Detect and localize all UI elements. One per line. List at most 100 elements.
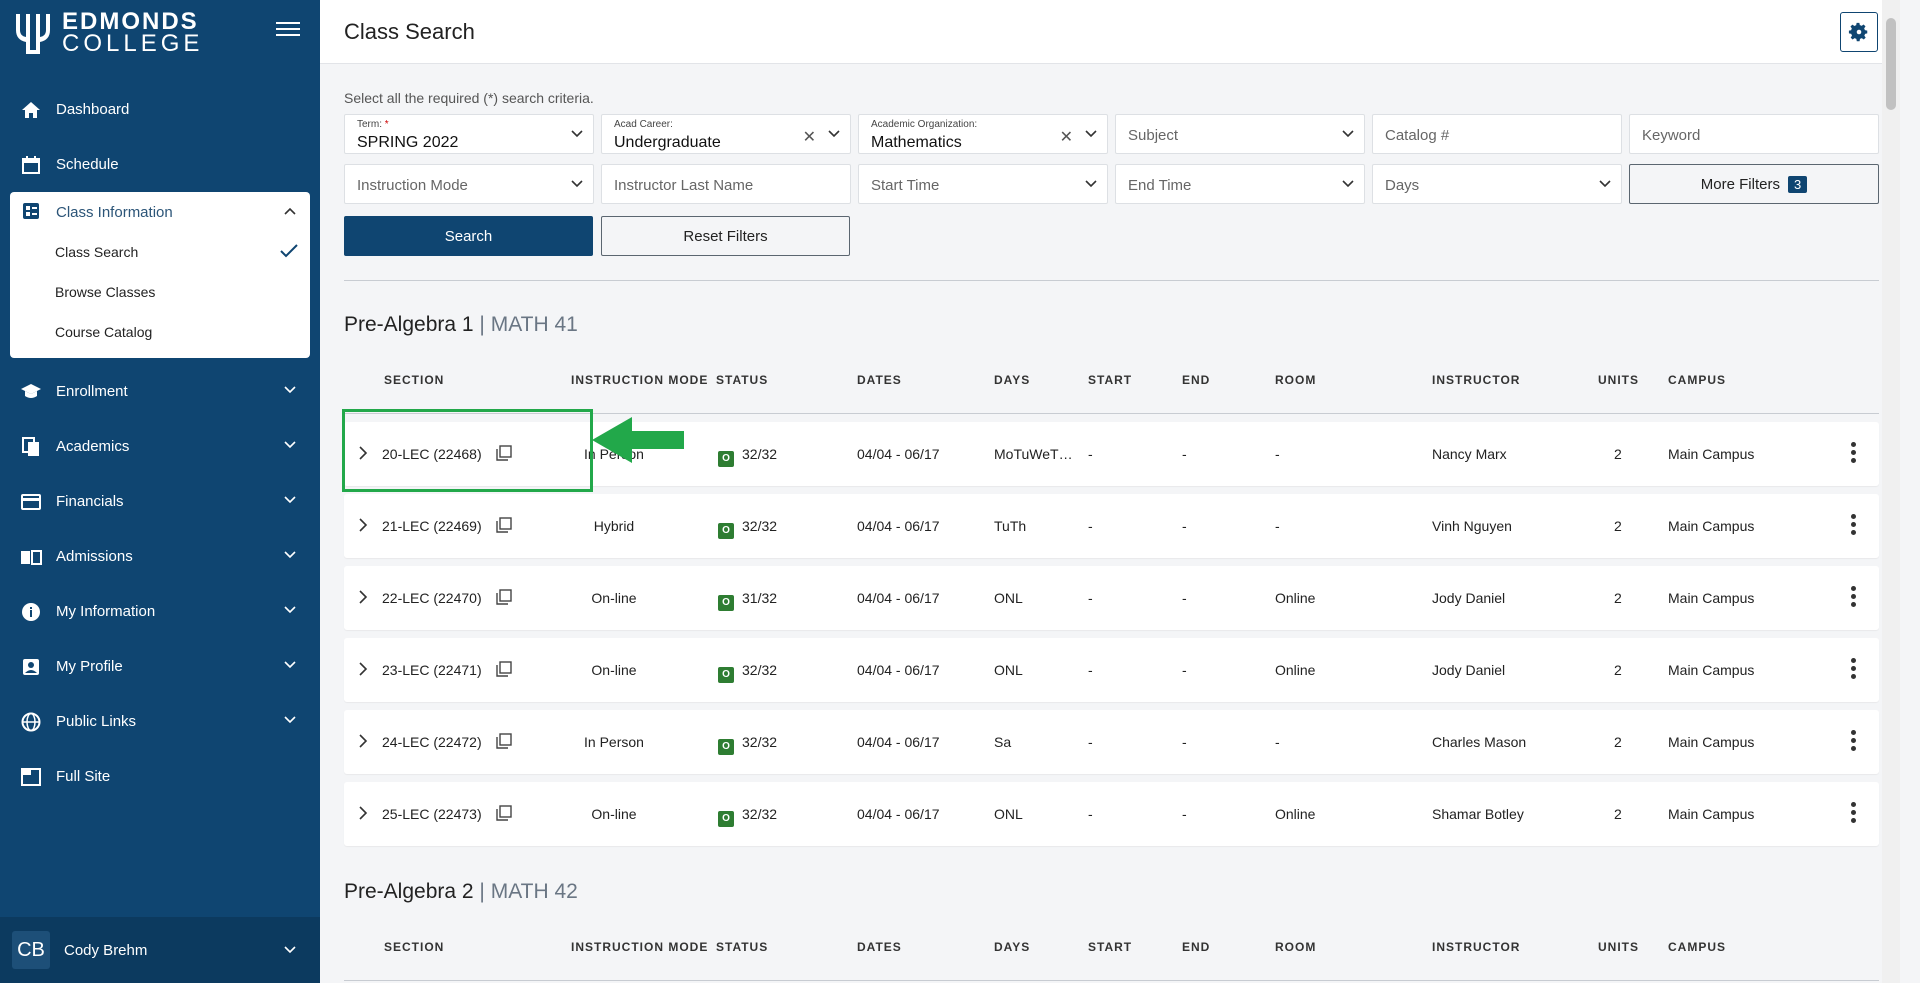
campus-cell: Main Campus <box>1668 518 1755 534</box>
more-options-icon[interactable] <box>1851 586 1857 610</box>
instruction-mode-cell: On-line <box>591 662 637 678</box>
sidebar-subitem-class-search[interactable]: Class Search <box>10 232 310 272</box>
sidebar-item-enrollment[interactable]: Enrollment <box>0 364 320 419</box>
sidebar-subitem-course-catalog[interactable]: Course Catalog <box>10 312 310 352</box>
sidebar-subitem-label: Browse Classes <box>55 284 156 300</box>
term-value: SPRING 2022 <box>357 134 459 151</box>
copy-icon[interactable] <box>496 733 512 749</box>
documents-icon <box>20 436 42 458</box>
end-time-select[interactable]: End Time <box>1115 164 1365 204</box>
more-filters-button[interactable]: More Filters 3 <box>1629 164 1879 204</box>
section-cell[interactable]: 23-LEC (22471) <box>382 662 482 678</box>
window-icon <box>20 766 42 788</box>
copy-icon[interactable] <box>496 661 512 677</box>
instruction-mode-cell: Hybrid <box>593 518 635 534</box>
sidebar-item-schedule[interactable]: Schedule <box>0 137 320 192</box>
end-cell: - <box>1182 590 1187 606</box>
section-cell[interactable]: 25-LEC (22473) <box>382 806 482 822</box>
start-time-select[interactable]: Start Time <box>858 164 1108 204</box>
instructor-cell: Jody Daniel <box>1432 662 1506 678</box>
acad-career-value: Undergraduate <box>614 134 721 151</box>
units-cell: 2 <box>1614 734 1622 750</box>
units-cell: 2 <box>1614 590 1622 606</box>
sidebar-subitem-browse-classes[interactable]: Browse Classes <box>10 272 310 312</box>
dates-cell: 04/04 - 06/17 <box>857 518 940 534</box>
chevron-down-icon <box>284 386 296 394</box>
menu-toggle-icon[interactable] <box>276 22 300 40</box>
section-cell[interactable]: 22-LEC (22470) <box>382 590 482 606</box>
section-cell[interactable]: 21-LEC (22469) <box>382 518 482 534</box>
instruction-mode-cell: In Person <box>584 734 644 750</box>
search-button[interactable]: Search <box>344 216 593 256</box>
catalog-number-input[interactable]: Catalog # <box>1372 114 1622 154</box>
sidebar-item-my-information[interactable]: My Information <box>0 584 320 639</box>
top-bar: Class Search <box>320 0 1900 64</box>
subject-select[interactable]: Subject <box>1115 114 1365 154</box>
instructor-last-name-input[interactable]: Instructor Last Name <box>601 164 851 204</box>
chevron-right-icon[interactable] <box>358 806 368 820</box>
sidebar-item-dashboard[interactable]: Dashboard <box>0 82 320 137</box>
table-row[interactable]: 21-LEC (22469) Hybrid O 32/32 04/04 - 06/… <box>344 494 1879 558</box>
chevron-right-icon[interactable] <box>358 518 368 532</box>
instructor-cell: Nancy Marx <box>1432 446 1507 462</box>
settings-button[interactable] <box>1840 12 1878 52</box>
table-row[interactable]: 24-LEC (22472) In Person O 32/32 04/04 - … <box>344 710 1879 774</box>
sidebar-item-class-information[interactable]: Class Information <box>10 192 310 232</box>
clear-icon[interactable]: ✕ <box>1060 127 1073 147</box>
filter-grid: Term: * SPRING 2022 Acad Career: Undergr… <box>344 114 1879 204</box>
more-options-icon[interactable] <box>1851 730 1857 754</box>
profile-icon <box>20 656 42 678</box>
chevron-right-icon[interactable] <box>358 734 368 748</box>
table-row[interactable]: 23-LEC (22471) On-line O 32/32 04/04 - 06… <box>344 638 1879 702</box>
sidebar-item-financials[interactable]: Financials <box>0 474 320 529</box>
page-scrollbar[interactable] <box>1882 0 1900 983</box>
sidebar-item-academics[interactable]: Academics <box>0 419 320 474</box>
scrollbar-thumb[interactable] <box>1886 18 1896 110</box>
column-header: ROOM <box>1275 373 1317 387</box>
column-header: END <box>1182 940 1211 954</box>
column-header: INSTRUCTION MODE <box>571 373 709 387</box>
instructor-cell: Shamar Botley <box>1432 806 1524 822</box>
catalog-placeholder: Catalog # <box>1385 127 1450 144</box>
seats-available: 32/32 <box>742 806 778 822</box>
term-select[interactable]: Term: * SPRING 2022 <box>344 114 594 154</box>
column-header: CAMPUS <box>1668 940 1727 954</box>
more-options-icon[interactable] <box>1851 442 1857 466</box>
copy-icon[interactable] <box>496 805 512 821</box>
sidebar-item-my-profile[interactable]: My Profile <box>0 639 320 694</box>
units-cell: 2 <box>1614 662 1622 678</box>
table-row[interactable]: 20-LEC (22468) In Person O 32/32 04/04 - … <box>344 422 1879 486</box>
instruction-mode-cell: On-line <box>591 590 637 606</box>
more-options-icon[interactable] <box>1851 802 1857 826</box>
instruction-mode-select[interactable]: Instruction Mode <box>344 164 594 204</box>
section-cell[interactable]: 20-LEC (22468) <box>382 446 482 462</box>
copy-icon[interactable] <box>496 445 512 461</box>
sidebar-item-label: Public Links <box>56 713 137 730</box>
acad-career-select[interactable]: Acad Career: Undergraduate ✕ <box>601 114 851 154</box>
table-row[interactable]: 25-LEC (22473) On-line O 32/32 04/04 - 06… <box>344 782 1879 846</box>
reset-filters-button[interactable]: Reset Filters <box>601 216 850 256</box>
sidebar-item-full-site[interactable]: Full Site <box>0 749 320 804</box>
chevron-right-icon[interactable] <box>358 662 368 676</box>
instructor-cell: Charles Mason <box>1432 734 1527 750</box>
college-logo[interactable]: EDMONDS COLLEGE <box>12 10 203 56</box>
chevron-right-icon[interactable] <box>358 446 368 460</box>
more-options-icon[interactable] <box>1851 514 1857 538</box>
column-header: DAYS <box>994 373 1031 387</box>
sidebar-item-public-links[interactable]: Public Links <box>0 694 320 749</box>
chevron-right-icon[interactable] <box>358 590 368 604</box>
days-select[interactable]: Days <box>1372 164 1622 204</box>
keyword-input[interactable]: Keyword <box>1629 114 1879 154</box>
user-name: Cody Brehm <box>64 941 148 959</box>
clear-icon[interactable]: ✕ <box>803 127 816 147</box>
trident-logo-icon <box>16 14 50 54</box>
user-menu[interactable]: CB Cody Brehm <box>0 917 320 983</box>
copy-icon[interactable] <box>496 517 512 533</box>
main-area: Class Search Select all the required (*)… <box>320 0 1900 983</box>
section-cell[interactable]: 24-LEC (22472) <box>382 734 482 750</box>
academic-organization-select[interactable]: Academic Organization: Mathematics ✕ <box>858 114 1108 154</box>
more-options-icon[interactable] <box>1851 658 1857 682</box>
table-row[interactable]: 22-LEC (22470) On-line O 31/32 04/04 - 06… <box>344 566 1879 630</box>
sidebar-item-admissions[interactable]: Admissions <box>0 529 320 584</box>
copy-icon[interactable] <box>496 589 512 605</box>
